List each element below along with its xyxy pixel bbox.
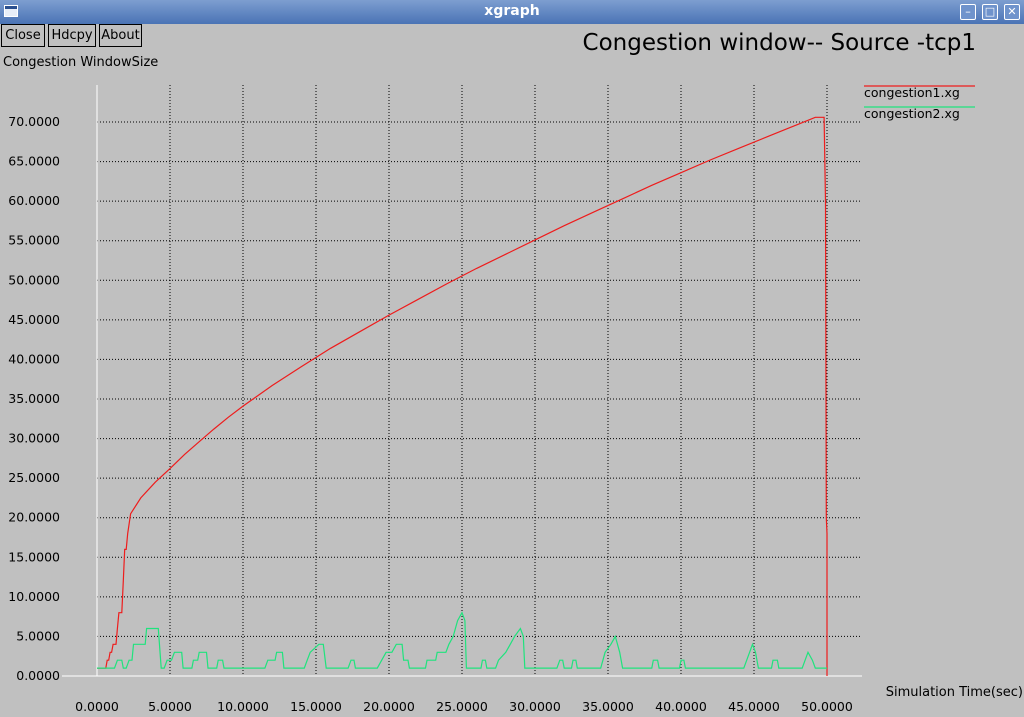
x-tick-label: 35.0000 — [582, 699, 634, 714]
y-tick-label: 70.0000 — [8, 114, 60, 129]
x-tick-label: 25.0000 — [436, 699, 488, 714]
y-tick-label: 30.0000 — [8, 431, 60, 446]
x-tick-label: 0.0000 — [75, 699, 119, 714]
y-tick-label: 40.0000 — [8, 351, 60, 366]
x-tick-label: 30.0000 — [509, 699, 561, 714]
y-tick-label: 5.0000 — [16, 628, 60, 643]
y-tick-label: 50.0000 — [8, 272, 60, 287]
plot-area: 0.0000 5.0000 10.0000 15.0000 20.0000 25.0000… — [8, 85, 975, 714]
legend-label-1: congestion1.xg — [864, 85, 960, 100]
y-tick-label: 35.0000 — [8, 391, 60, 406]
y-tick-label: 20.0000 — [8, 510, 60, 525]
x-tick-label: 10.0000 — [217, 699, 269, 714]
y-tick-label: 55.0000 — [8, 233, 60, 248]
x-tick-label: 40.0000 — [655, 699, 707, 714]
x-tick-label: 45.0000 — [728, 699, 780, 714]
y-tick-label: 10.0000 — [8, 589, 60, 604]
y-tick-label: 60.0000 — [8, 193, 60, 208]
y-tick-label: 45.0000 — [8, 312, 60, 327]
x-tick-label: 20.0000 — [363, 699, 415, 714]
x-tick-label: 15.0000 — [290, 699, 342, 714]
y-tick-label: 25.0000 — [8, 470, 60, 485]
y-tick-label: 65.0000 — [8, 154, 60, 169]
y-tick-label: 15.0000 — [8, 549, 60, 564]
x-tick-label: 5.0000 — [148, 699, 192, 714]
y-tick-label: 0.0000 — [16, 668, 60, 683]
legend-label-2: congestion2.xg — [864, 106, 960, 121]
x-tick-label: 50.0000 — [801, 699, 853, 714]
